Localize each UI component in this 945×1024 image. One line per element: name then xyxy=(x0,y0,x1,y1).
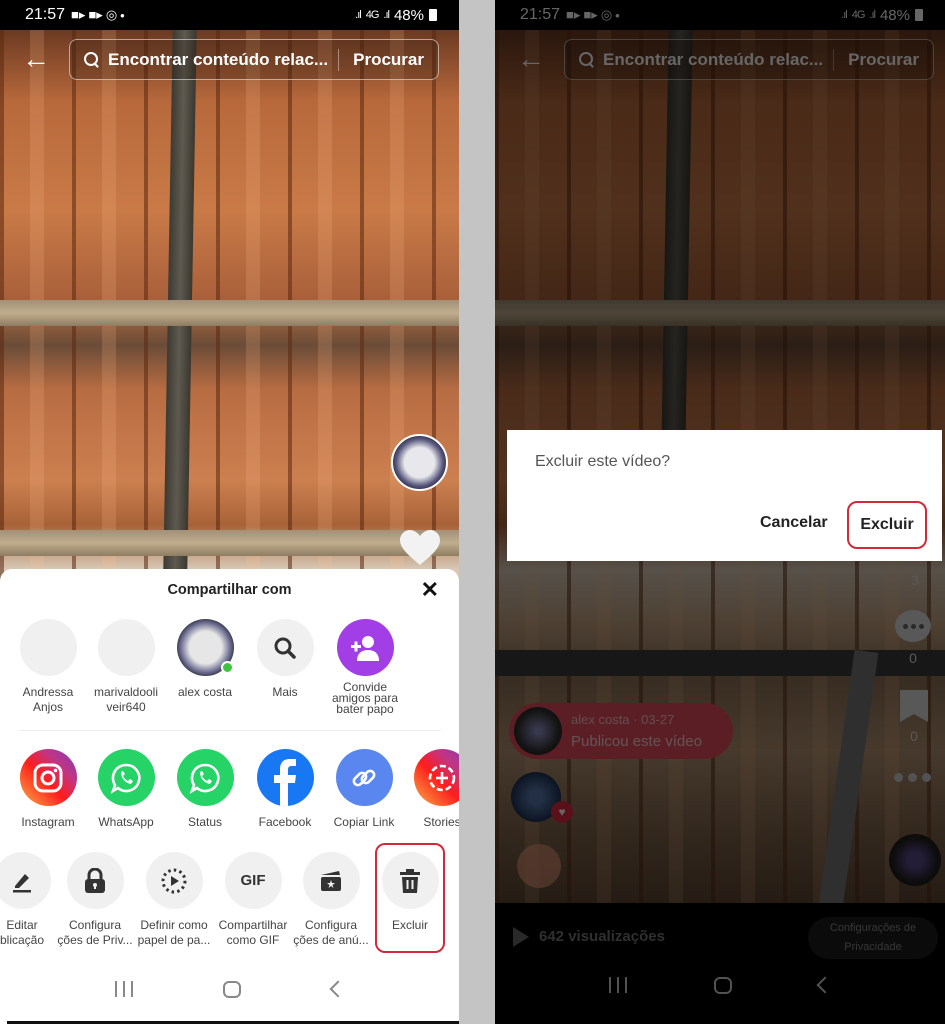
status-bar: 21:57 ■▸ ■▸ ◎ • .ıl 4G .ıl 48% xyxy=(0,0,459,30)
whatsapp-icon xyxy=(97,749,155,806)
set-wallpaper-button[interactable]: Definir como papel de pa... xyxy=(134,852,214,948)
contact-name: Anjos xyxy=(32,700,64,714)
contact-alex-costa[interactable]: alex costa xyxy=(165,619,245,700)
back-arrow-icon[interactable]: ← xyxy=(22,45,52,74)
signal-icon: .ıl xyxy=(355,9,361,21)
contact-name: marivaldooli xyxy=(93,685,159,699)
battery-percent: 48% xyxy=(393,6,424,24)
action-label: ções de Priv... xyxy=(57,933,133,947)
share-as-gif-button[interactable]: GIF Compartilhar como GIF xyxy=(213,852,293,948)
search-icon xyxy=(84,51,100,68)
action-label: Configura xyxy=(68,918,122,932)
recent-apps-button[interactable] xyxy=(115,981,134,997)
share-facebook[interactable]: Facebook xyxy=(245,749,325,830)
invite-label: bater papo xyxy=(336,702,394,716)
share-stories[interactable]: Stories xyxy=(402,749,459,830)
section-divider xyxy=(18,730,441,731)
network-type: 4G xyxy=(365,9,380,21)
invite-friends-button[interactable]: Convide amigos para bater papo xyxy=(325,619,405,715)
instagram-icon xyxy=(19,749,77,806)
clock: 21:57 xyxy=(25,6,66,23)
search-input[interactable]: Encontrar conteúdo relac... xyxy=(108,50,328,70)
system-nav-bar xyxy=(0,959,459,1019)
app-label: Facebook xyxy=(258,815,312,829)
edit-icon xyxy=(0,852,51,909)
roof-batten xyxy=(0,530,459,556)
online-indicator xyxy=(220,661,234,674)
like-heart-icon[interactable] xyxy=(400,530,440,566)
highlight-box xyxy=(375,843,445,953)
roof-batten xyxy=(0,300,459,326)
confirm-delete-button[interactable]: Excluir xyxy=(847,501,927,549)
app-label: Stories xyxy=(423,815,459,829)
share-screen: 21:57 ■▸ ■▸ ◎ • .ıl 4G .ıl 48% ← Encontr… xyxy=(0,0,459,1024)
video-call-icon: ■▸ xyxy=(88,7,103,22)
contact-name: alex costa xyxy=(177,685,233,699)
action-label: Compartilhar xyxy=(218,918,288,932)
ad-settings-icon xyxy=(302,852,360,909)
privacy-settings-button[interactable]: Configura ções de Priv... xyxy=(55,852,135,948)
search-bar[interactable]: Encontrar conteúdo relac... Procurar xyxy=(69,39,439,80)
creator-avatar[interactable] xyxy=(391,434,448,491)
gif-glyph: GIF xyxy=(240,872,266,889)
stories-icon xyxy=(413,749,459,806)
contact-name: veir640 xyxy=(106,700,146,714)
more-contacts-button[interactable]: Mais xyxy=(245,619,325,700)
share-whatsapp-status[interactable]: Status xyxy=(165,749,245,830)
edit-post-button[interactable]: Editar blicação xyxy=(0,852,62,948)
delete-confirm-dialog: Excluir este vídeo? Cancelar Excluir xyxy=(507,430,942,561)
whatsapp-status-icon xyxy=(176,749,234,806)
app-label: Instagram xyxy=(21,815,75,829)
link-icon xyxy=(335,749,393,806)
contact-name: Andressa xyxy=(22,685,74,699)
contact-andressa[interactable]: Andressa Anjos xyxy=(8,619,88,715)
more-label: Mais xyxy=(272,685,298,699)
action-label: como GIF xyxy=(226,933,280,947)
more-notifications-dot: • xyxy=(120,7,125,23)
gif-icon: GIF xyxy=(224,852,282,909)
share-instagram[interactable]: Instagram xyxy=(8,749,88,830)
app-label: Copiar Link xyxy=(333,815,395,829)
contact-marivaldo[interactable]: marivaldooli veir640 xyxy=(86,619,166,715)
share-sheet: Compartilhar com ✕ Andressa Anjos marival… xyxy=(0,569,459,1024)
contact-avatar xyxy=(176,619,234,676)
app-label: Status xyxy=(187,815,223,829)
video-call-icon: ■▸ xyxy=(71,7,86,22)
cancel-button[interactable]: Cancelar xyxy=(760,514,828,532)
action-label: Configura xyxy=(304,918,358,932)
add-friend-icon xyxy=(336,619,394,676)
delete-confirm-screen: 21:57 ■▸ ■▸ ◎ • .ıl 4G .ıl 48% ← Encontr… xyxy=(495,0,945,1024)
search-icon xyxy=(256,619,314,676)
sheet-title: Compartilhar com xyxy=(167,582,292,598)
app-label: WhatsApp xyxy=(98,815,154,829)
ad-settings-button[interactable]: Configura ções de anú... xyxy=(291,852,371,948)
contact-avatar xyxy=(97,619,155,676)
dialog-title: Excluir este vídeo? xyxy=(535,453,671,470)
action-label: Definir como xyxy=(140,918,208,932)
action-label: ções de anú... xyxy=(293,933,369,947)
lock-icon xyxy=(66,852,124,909)
search-button[interactable]: Procurar xyxy=(339,50,438,70)
contact-avatar xyxy=(19,619,77,676)
facebook-icon xyxy=(256,749,314,806)
action-label: Editar xyxy=(6,918,38,932)
copy-link-button[interactable]: Copiar Link xyxy=(324,749,404,830)
top-bar: ← Encontrar conteúdo relac... Procurar xyxy=(0,38,459,82)
action-label: blicação xyxy=(0,933,45,947)
signal-icon: .ıl xyxy=(383,9,389,21)
system-back-button[interactable] xyxy=(329,980,347,998)
whatsapp-notification-icon: ◎ xyxy=(105,7,118,22)
battery-icon xyxy=(429,9,437,21)
share-whatsapp[interactable]: WhatsApp xyxy=(86,749,166,830)
action-label: papel de pa... xyxy=(137,933,211,947)
home-button[interactable] xyxy=(223,980,242,998)
close-icon[interactable]: ✕ xyxy=(421,579,439,601)
live-wallpaper-icon xyxy=(145,852,203,909)
